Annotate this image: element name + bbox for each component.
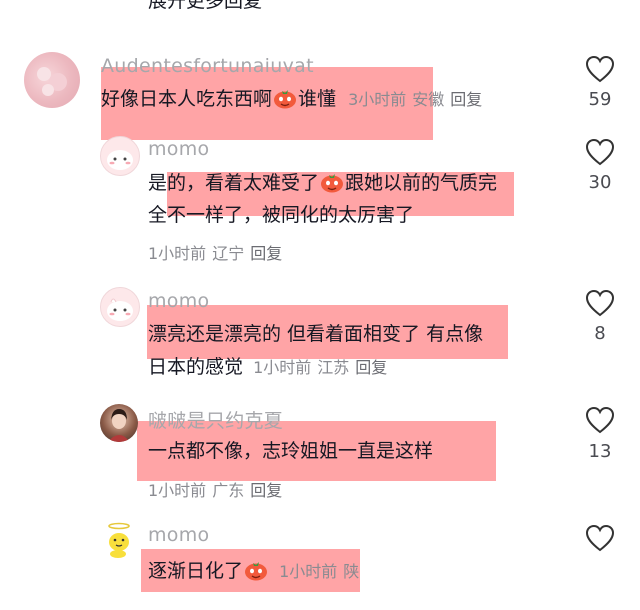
comment-username[interactable]: 啵啵是只约克夏 — [148, 406, 283, 433]
comment-text-part: 日本的感觉 — [148, 356, 244, 378]
avatar-illustration — [107, 150, 133, 170]
user-avatar[interactable] — [24, 52, 80, 108]
comment-text: 一点都不像，志玲姐姐一直是这样 — [148, 440, 434, 462]
heart-outline-icon[interactable] — [585, 289, 615, 317]
comment-time: 3小时前 — [348, 90, 407, 109]
expand-more-replies-link[interactable]: 展开更多回复 — [148, 0, 262, 13]
like-count: 13 — [588, 441, 612, 462]
comment-time: 1小时前 — [148, 481, 207, 500]
comment-username[interactable]: Audentesfortunaiuvat — [101, 55, 314, 77]
reply-button[interactable]: 回复 — [355, 358, 387, 377]
tomato-face-emoji-icon — [321, 174, 344, 193]
comment-text: 好像日本人吃东西啊 谁懂 3小时前 安徽 回复 — [101, 84, 488, 115]
heart-outline-icon[interactable] — [585, 55, 615, 83]
tomato-face-emoji-icon — [245, 562, 268, 581]
comment-text-part: 是的，看着太难受了 — [148, 172, 320, 194]
avatar-illustration — [107, 298, 133, 321]
comment-text-part: 逐渐日化了 — [148, 560, 244, 582]
comment-username[interactable]: momo — [148, 524, 209, 546]
reply-button[interactable]: 回复 — [450, 90, 482, 109]
avatar-illustration — [108, 409, 130, 442]
comment-location: 江苏 — [317, 358, 350, 377]
comment-time: 1小时前 — [279, 562, 338, 581]
comment-time: 1小时前 — [148, 244, 207, 263]
comment-text-line1: 漂亮还是漂亮的 但看着面相变了 有点像 — [148, 323, 484, 345]
heart-outline-icon[interactable] — [585, 406, 615, 434]
user-avatar[interactable] — [100, 521, 138, 559]
comment-location: 辽宁 — [212, 244, 245, 263]
comment-meta: 1小时前 辽宁 回复 — [148, 240, 288, 264]
user-avatar[interactable] — [100, 287, 140, 327]
like-count: 59 — [588, 89, 612, 110]
avatar-illustration — [37, 67, 67, 96]
user-avatar[interactable] — [100, 404, 138, 442]
reply-button[interactable]: 回复 — [250, 481, 282, 500]
fade-overlay — [360, 548, 640, 593]
avatar-illustration — [108, 522, 130, 558]
comment-text-line1: 是的，看着太难受了 跟她以前的气质完 — [148, 168, 497, 199]
reply-button[interactable]: 回复 — [250, 244, 282, 263]
heart-outline-icon[interactable] — [585, 138, 615, 166]
comment-location: 安徽 — [412, 90, 445, 109]
comment-location: 广东 — [212, 481, 245, 500]
like-count: 8 — [594, 323, 606, 344]
comment-text: 逐渐日化了 1小时前陕 — [148, 556, 365, 587]
like-count: 30 — [588, 172, 612, 193]
comment-username[interactable]: momo — [148, 138, 209, 160]
tomato-face-emoji-icon — [274, 90, 297, 109]
comment-text-line2: 日本的感觉 1小时前 江苏 回复 — [148, 352, 393, 383]
heart-outline-icon[interactable] — [585, 524, 615, 552]
comment-text-part: 好像日本人吃东西啊 — [101, 88, 273, 110]
comment-text-line2: 全不一样了，被同化的太厉害了 — [148, 204, 415, 226]
comment-text-part: 谁懂 — [298, 88, 337, 110]
comment-location: 陕 — [343, 562, 360, 581]
comment-username[interactable]: momo — [148, 290, 209, 312]
comment-text-part: 跟她以前的气质完 — [345, 172, 498, 194]
user-avatar[interactable] — [100, 136, 140, 176]
comment-meta: 1小时前 广东 回复 — [148, 477, 288, 501]
comment-time: 1小时前 — [253, 358, 312, 377]
